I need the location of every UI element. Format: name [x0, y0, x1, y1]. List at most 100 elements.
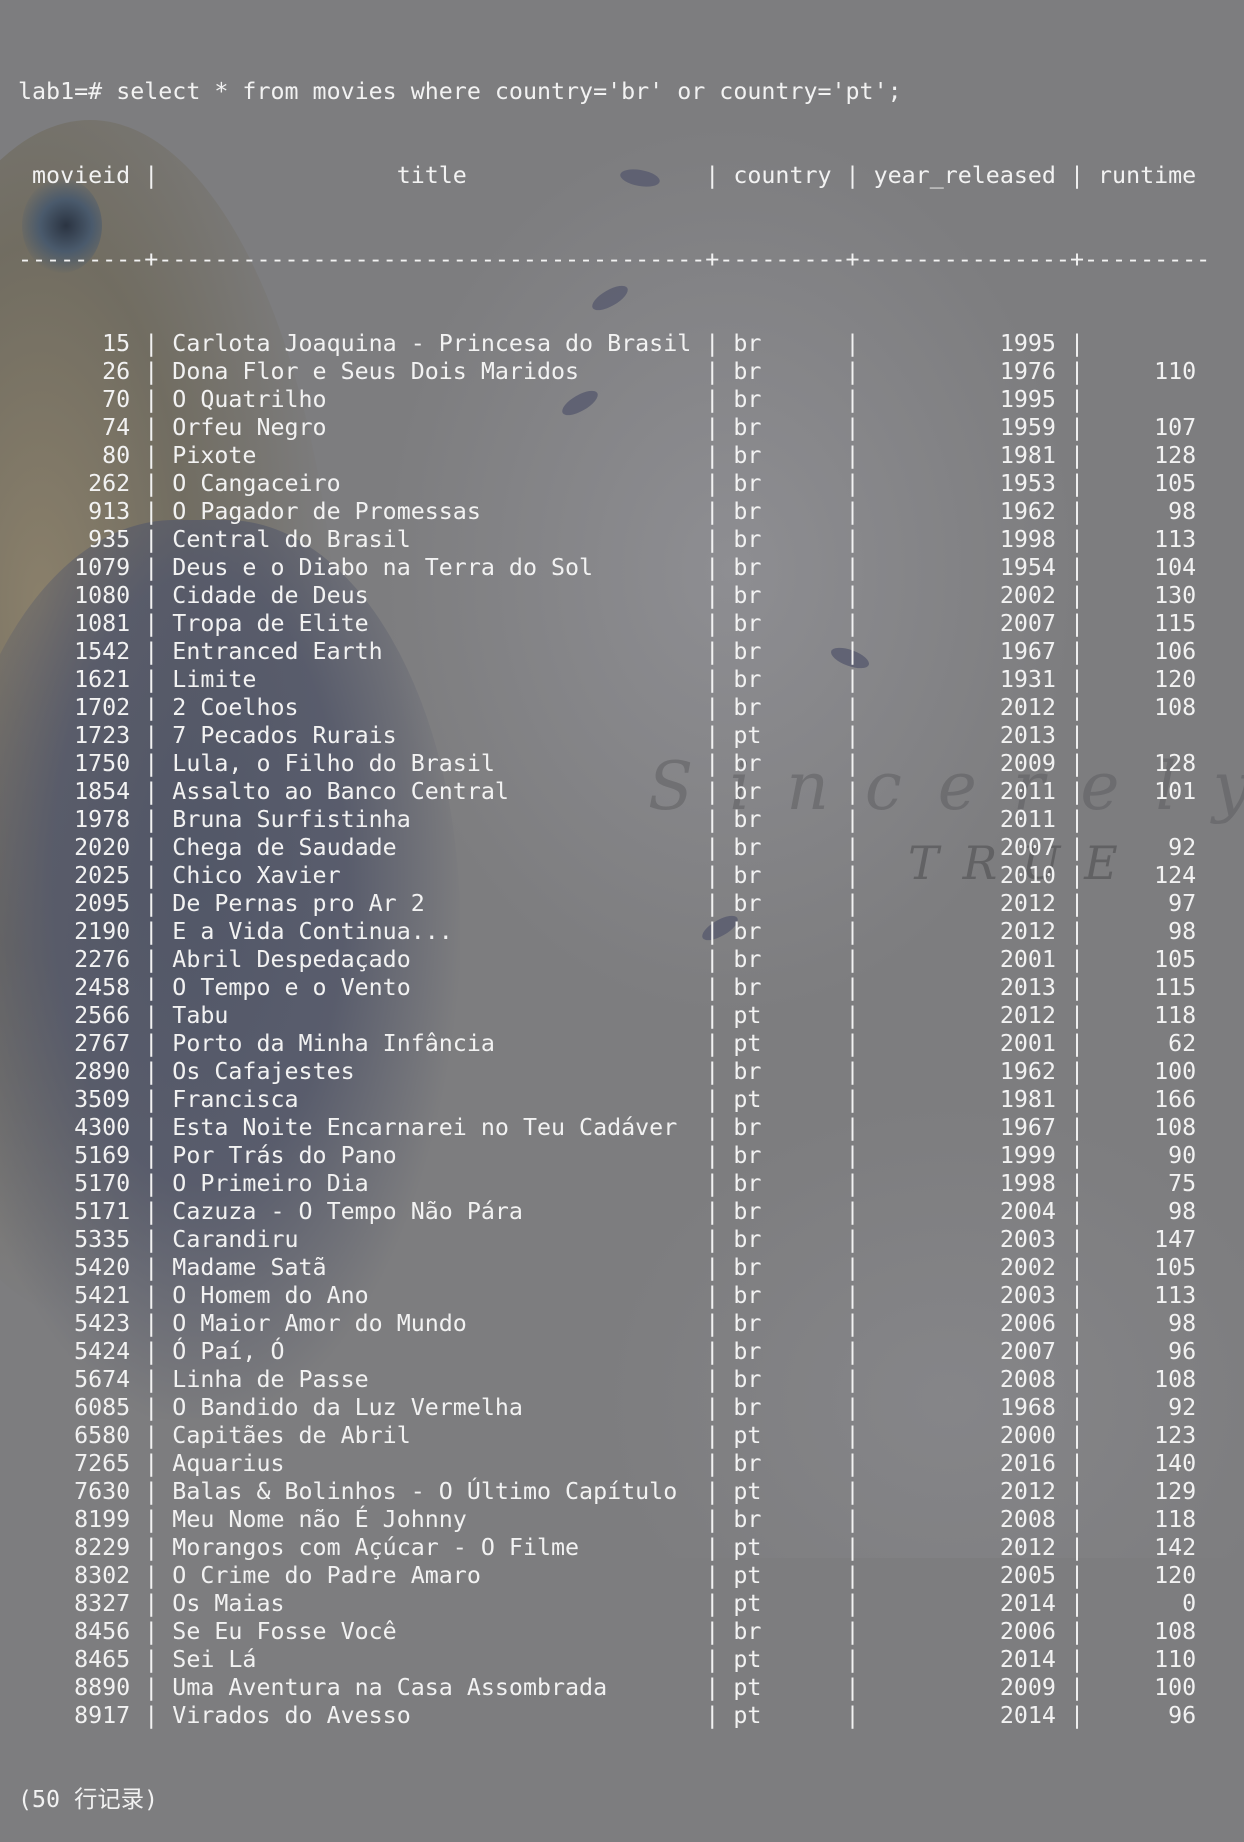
table-cell: 1999	[859, 1142, 1070, 1169]
column-divider: |	[705, 638, 720, 665]
table-cell: 2276	[18, 946, 145, 973]
table-cell: 1995	[859, 386, 1070, 413]
table-cell: 935	[18, 526, 145, 553]
table-cell: 142	[1084, 1534, 1211, 1561]
table-row: 1723 | 7 Pecados Rurais | pt | 2013 |	[18, 722, 1210, 750]
table-cell: Francisca	[158, 1086, 706, 1113]
table-cell: 118	[1084, 1002, 1211, 1029]
column-divider: |	[705, 1002, 720, 1029]
column-header: year_released	[859, 162, 1070, 189]
column-divider: |	[705, 806, 720, 833]
column-divider: |	[705, 498, 720, 525]
column-divider: |	[845, 1366, 860, 1393]
column-divider: |	[845, 1226, 860, 1253]
column-divider: |	[845, 1422, 860, 1449]
table-cell: 97	[1084, 890, 1211, 917]
column-divider: |	[1069, 1562, 1084, 1589]
table-cell: 2007	[859, 610, 1070, 637]
table-cell: 2012	[859, 890, 1070, 917]
table-cell: br	[719, 1254, 846, 1281]
column-divider: |	[1069, 1002, 1084, 1029]
table-row: 4300 | Esta Noite Encarnarei no Teu Cadá…	[18, 1114, 1210, 1142]
table-cell: 2009	[859, 750, 1070, 777]
column-divider: |	[845, 1030, 860, 1057]
column-divider: |	[144, 1394, 159, 1421]
column-divider: |	[1069, 1646, 1084, 1673]
table-cell: Bruna Surfistinha	[158, 806, 706, 833]
table-cell: 2008	[859, 1366, 1070, 1393]
column-divider: |	[144, 1338, 159, 1365]
column-divider: |	[705, 946, 720, 973]
column-divider: |	[144, 1254, 159, 1281]
table-row: 2020 | Chega de Saudade | br | 2007 | 92	[18, 834, 1210, 862]
column-divider: |	[1069, 1226, 1084, 1253]
column-header: movieid	[18, 162, 145, 189]
column-divider: |	[1069, 722, 1084, 749]
table-cell: Chico Xavier	[158, 862, 706, 889]
table-cell: 1978	[18, 806, 145, 833]
column-divider: |	[1069, 1702, 1084, 1729]
column-divider: |	[705, 330, 720, 357]
table-cell: br	[719, 1226, 846, 1253]
table-cell: pt	[719, 1422, 846, 1449]
table-cell: 98	[1084, 918, 1211, 945]
table-cell: 8229	[18, 1534, 145, 1561]
column-divider: |	[1069, 1282, 1084, 1309]
table-cell: 129	[1084, 1478, 1211, 1505]
table-cell: 6085	[18, 1394, 145, 1421]
table-cell: 2012	[859, 1478, 1070, 1505]
column-divider: |	[1069, 834, 1084, 861]
table-cell: Deus e o Diabo na Terra do Sol	[158, 554, 706, 581]
column-divider: |	[1069, 162, 1084, 189]
table-row: 6580 | Capitães de Abril | pt | 2000 | 1…	[18, 1422, 1210, 1450]
column-divider: |	[144, 1702, 159, 1729]
column-divider: |	[705, 1058, 720, 1085]
table-row: 2095 | De Pernas pro Ar 2 | br | 2012 | …	[18, 890, 1210, 918]
table-cell: 2016	[859, 1450, 1070, 1477]
table-cell: 2000	[859, 1422, 1070, 1449]
table-cell: br	[719, 1282, 846, 1309]
column-divider: |	[1069, 1618, 1084, 1645]
column-divider: |	[845, 414, 860, 441]
table-cell: pt	[719, 1534, 846, 1561]
column-divider: |	[1069, 974, 1084, 1001]
terminal-output[interactable]: lab1=# select * from movies where countr…	[18, 22, 1210, 1842]
column-divider: |	[1069, 1422, 1084, 1449]
table-cell: E a Vida Continua...	[158, 918, 706, 945]
table-cell: 108	[1084, 1618, 1211, 1645]
table-cell: Chega de Saudade	[158, 834, 706, 861]
column-divider: |	[705, 1590, 720, 1617]
table-cell: 2009	[859, 1674, 1070, 1701]
table-cell: 5420	[18, 1254, 145, 1281]
column-divider: |	[144, 834, 159, 861]
column-divider: |	[705, 1198, 720, 1225]
table-cell: 2001	[859, 1030, 1070, 1057]
table-cell: 80	[18, 442, 145, 469]
table-cell: 96	[1084, 1702, 1211, 1729]
column-divider: |	[845, 1114, 860, 1141]
table-row: 5169 | Por Trás do Pano | br | 1999 | 90	[18, 1142, 1210, 1170]
column-divider: |	[144, 806, 159, 833]
table-cell: 166	[1084, 1086, 1211, 1113]
table-cell: 1931	[859, 666, 1070, 693]
table-cell: 1750	[18, 750, 145, 777]
table-cell: Se Eu Fosse Você	[158, 1618, 706, 1645]
table-row: 1621 | Limite | br | 1931 | 120	[18, 666, 1210, 694]
table-cell: Os Cafajestes	[158, 1058, 706, 1085]
table-cell: br	[719, 778, 846, 805]
column-divider: |	[845, 1338, 860, 1365]
table-cell: 96	[1084, 1338, 1211, 1365]
table-cell: br	[719, 526, 846, 553]
table-cell: O Bandido da Luz Vermelha	[158, 1394, 706, 1421]
column-divider: |	[845, 638, 860, 665]
column-divider: |	[845, 1534, 860, 1561]
column-header: title	[158, 162, 706, 189]
column-divider: |	[845, 442, 860, 469]
table-row: 1702 | 2 Coelhos | br | 2012 | 108	[18, 694, 1210, 722]
table-header: movieid | title | country | year_release…	[18, 162, 1210, 190]
table-cell: 5335	[18, 1226, 145, 1253]
table-cell: pt	[719, 722, 846, 749]
column-divider: |	[705, 694, 720, 721]
column-divider: |	[705, 1674, 720, 1701]
table-row: 8199 | Meu Nome não É Johnny | br | 2008…	[18, 1506, 1210, 1534]
